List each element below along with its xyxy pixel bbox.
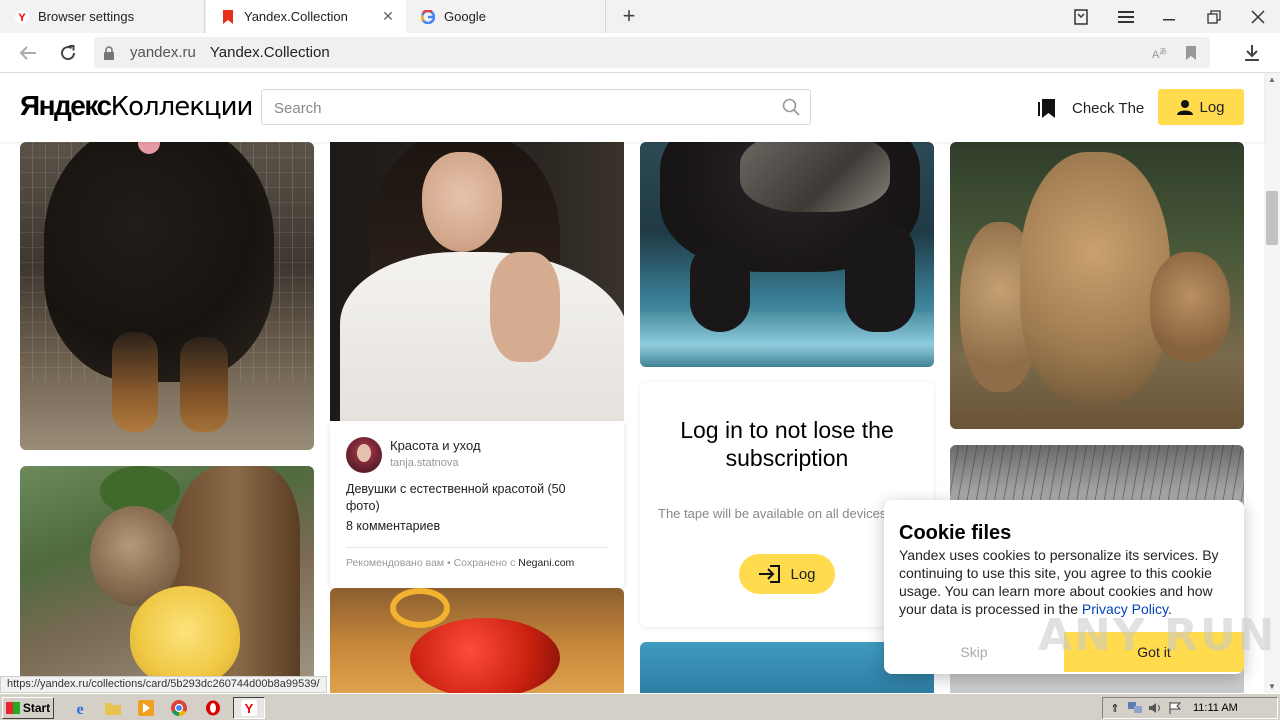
check-the-label: Check The (1072, 99, 1145, 117)
svg-text:e: e (76, 701, 83, 716)
svg-text:Y: Y (245, 701, 254, 716)
tray-expand-icon[interactable]: ⇑ (1107, 700, 1123, 716)
media-player-icon[interactable] (136, 698, 156, 718)
bookmark-icon[interactable] (1182, 44, 1200, 62)
system-tray: ⇑ 11:11 AM (1102, 697, 1278, 719)
windows-taskbar: Start e Y ⇑ 11:11 AM (0, 693, 1280, 720)
menu-hamburger-icon[interactable] (1106, 0, 1146, 33)
yandex-collections-logo[interactable]: ЯндексКоллекции (20, 89, 254, 123)
windows-logo-icon (5, 702, 20, 714)
cookie-skip-button[interactable]: Skip (884, 632, 1064, 672)
login-prompt-button-label: Log (790, 565, 816, 583)
card-wolves-image[interactable] (950, 142, 1244, 429)
search-icon[interactable] (782, 98, 802, 118)
tab-label: Browser settings (38, 9, 135, 24)
collection-title[interactable]: Красота и уход (390, 438, 481, 453)
tab-google[interactable]: Google (406, 0, 606, 33)
page-scrollbar[interactable]: ▲ ▼ (1264, 73, 1280, 693)
author-name[interactable]: tanja.statnova (390, 457, 459, 469)
logo-yandex-text: Яндекс (20, 90, 112, 121)
status-link-preview: https://yandex.ru/collections/card/5b293… (0, 676, 327, 693)
card-toy-image[interactable] (330, 588, 624, 693)
yandex-y-icon: Y (14, 9, 30, 25)
cookie-body-text: Yandex uses cookies to personalize its s… (899, 547, 1219, 617)
comments-count[interactable]: 8 комментариев (346, 519, 440, 533)
close-window-icon[interactable] (1238, 0, 1278, 33)
login-label: Log (1199, 98, 1225, 116)
minimize-window-icon[interactable] (1150, 0, 1190, 33)
reload-icon[interactable] (56, 41, 80, 65)
dog-photo (20, 142, 314, 450)
card-kitten-duckling-image[interactable] (20, 466, 314, 693)
close-tab-icon[interactable]: ✕ (380, 8, 396, 24)
browser-tab-strip: Y Browser settings Yandex.Collection ✕ G… (0, 0, 1280, 33)
login-button[interactable]: Log (1158, 89, 1244, 125)
login-prompt-title: Log in to not lose the subscription (680, 417, 894, 471)
start-button[interactable]: Start (2, 697, 54, 719)
recommended-saved-text: Рекомендовано вам • Сохранено с (346, 557, 516, 569)
back-arrow-icon[interactable] (16, 41, 40, 65)
check-the-link[interactable]: Check The (1036, 97, 1144, 119)
card-girl-image[interactable] (330, 142, 624, 421)
url-field[interactable]: yandex.ru Yandex.Collection Aあ (94, 37, 1210, 68)
login-prompt-button[interactable]: Log (739, 554, 835, 594)
anyrun-watermark: ANY RUN (1038, 610, 1277, 661)
tab-label: Yandex.Collection (244, 9, 348, 24)
card-dog-image[interactable] (20, 142, 314, 450)
scroll-up-arrow-icon[interactable]: ▲ (1268, 75, 1276, 84)
kitten-duckling-photo (20, 466, 314, 693)
post-divider (346, 547, 608, 548)
search-input[interactable] (274, 98, 774, 118)
network-icon[interactable] (1127, 700, 1143, 716)
yandex-browser-icon: Y (241, 700, 257, 716)
sign-in-icon (759, 565, 781, 583)
post-footer: Рекомендовано вам • Сохранено с Negani.c… (346, 557, 574, 569)
site-header: ЯндексКоллекции Check The Log (0, 73, 1264, 142)
source-link[interactable]: Negani.com (518, 557, 574, 569)
svg-text:あ: あ (1159, 47, 1167, 56)
start-label: Start (22, 701, 51, 715)
cookie-title: Cookie files (899, 522, 1012, 544)
scrollbar-thumb[interactable] (1266, 191, 1278, 245)
url-host: yandex.ru (130, 44, 196, 61)
url-page-title: Yandex.Collection (209, 44, 330, 61)
author-avatar[interactable] (346, 437, 382, 473)
tab-label: Google (444, 9, 486, 24)
restore-window-icon[interactable] (1194, 0, 1234, 33)
opera-icon[interactable] (203, 698, 223, 718)
address-bar: yandex.ru Yandex.Collection Aあ (0, 33, 1280, 73)
card-panther-image[interactable] (640, 142, 934, 367)
post-description: Девушки с естественной красотой (50 фото… (346, 482, 566, 513)
collections-stack-icon (1036, 97, 1058, 119)
tab-browser-settings[interactable]: Y Browser settings (0, 0, 205, 33)
volume-icon[interactable] (1147, 700, 1163, 716)
translate-icon[interactable]: Aあ (1150, 44, 1168, 62)
chrome-icon[interactable] (169, 698, 189, 718)
google-g-icon (420, 9, 436, 25)
girl-photo (330, 142, 624, 421)
bookmarks-collection-icon[interactable] (1061, 0, 1101, 33)
search-box[interactable] (261, 89, 811, 125)
panther-photo (640, 142, 934, 367)
tab-yandex-collection[interactable]: Yandex.Collection ✕ (206, 0, 406, 33)
collections-bookmark-icon (220, 9, 236, 25)
action-center-flag-icon[interactable] (1167, 700, 1183, 716)
download-icon[interactable] (1240, 41, 1264, 65)
wolves-photo (950, 142, 1244, 429)
cookie-body: Yandex uses cookies to personalize its s… (899, 547, 1219, 617)
internet-explorer-icon[interactable]: e (70, 698, 90, 718)
svg-text:Y: Y (18, 12, 26, 24)
taskbar-clock[interactable]: 11:11 AM (1193, 702, 1238, 714)
logo-collections-text: Коллекции (110, 92, 254, 122)
folder-icon[interactable] (103, 698, 123, 718)
scroll-down-arrow-icon[interactable]: ▼ (1268, 682, 1276, 691)
post-details[interactable]: Красота и уход tanja.statnova Девушки с … (330, 421, 624, 588)
lock-icon (94, 45, 124, 60)
new-tab-plus-icon[interactable]: + (618, 5, 640, 27)
user-icon (1177, 100, 1194, 115)
taskbar-yandex-browser[interactable]: Y (233, 697, 265, 719)
toy-photo (330, 588, 624, 693)
